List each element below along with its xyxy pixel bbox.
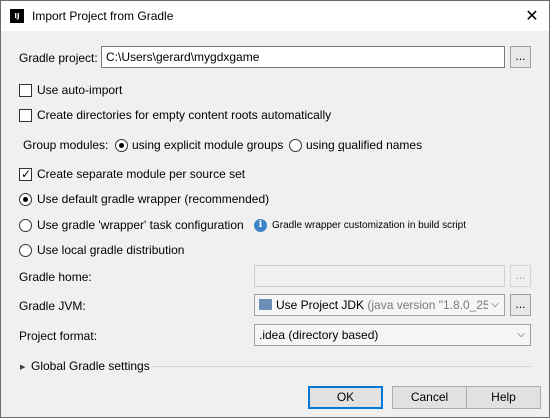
- auto-import-label[interactable]: Use auto-import: [37, 83, 122, 97]
- gradle-project-field[interactable]: C:\Users\gerard\mygdxgame: [101, 46, 505, 68]
- wrapper-task-label[interactable]: Use gradle 'wrapper' task configuration: [37, 218, 244, 232]
- group-explicit-radio[interactable]: [115, 139, 128, 152]
- group-qualified-radio[interactable]: [289, 139, 302, 152]
- default-wrapper-radio[interactable]: [19, 193, 32, 206]
- local-distribution-radio[interactable]: [19, 244, 32, 257]
- local-distribution-label[interactable]: Use local gradle distribution: [37, 243, 184, 257]
- gradle-home-browse-button[interactable]: ...: [510, 265, 531, 287]
- section-divider: [151, 366, 531, 367]
- group-modules-label: Group modules:: [23, 138, 109, 152]
- group-qualified-rest: ualified names: [344, 138, 423, 152]
- dialog-content: Gradle project: C:\Users\gerard\mygdxgam…: [1, 31, 549, 417]
- window-title: Import Project from Gradle: [32, 9, 174, 23]
- gradle-project-browse-button[interactable]: ...: [510, 46, 531, 68]
- radio-selected-dot: [119, 143, 124, 148]
- gradle-jvm-label: Gradle JVM:: [19, 299, 86, 313]
- gradle-jvm-browse-button[interactable]: ...: [510, 294, 531, 316]
- default-wrapper-label[interactable]: Use default gradle wrapper (recommended): [37, 192, 269, 206]
- create-directories-label[interactable]: Create directories for empty content roo…: [37, 108, 331, 122]
- separate-module-label[interactable]: Create separate module per source set: [37, 167, 245, 181]
- gradle-project-label: Gradle project:: [19, 51, 98, 65]
- project-format-value: .idea (directory based): [259, 328, 379, 342]
- radio-selected-dot: [23, 197, 28, 202]
- gradle-jvm-select[interactable]: Use Project JDK (java version "1.8.0_25"…: [254, 294, 505, 316]
- ok-button[interactable]: OK: [308, 386, 383, 409]
- jdk-folder-icon: [259, 299, 272, 310]
- group-qualified-mnemonic: q: [338, 138, 345, 152]
- group-explicit-label[interactable]: using explicit module groups: [132, 138, 283, 152]
- group-qualified-label[interactable]: using qualified names: [306, 138, 422, 152]
- wrapper-hint-text: Gradle wrapper customization in build sc…: [272, 220, 466, 231]
- separate-module-checkbox[interactable]: ✓: [19, 167, 32, 181]
- gradle-home-label: Gradle home:: [19, 270, 92, 284]
- chevron-down-icon: ⌵: [517, 329, 525, 340]
- checkmark-icon: ✓: [20, 167, 32, 181]
- intellij-app-icon: IJ: [10, 9, 24, 23]
- expand-arrow-icon[interactable]: ▶: [20, 363, 25, 371]
- group-qualified-prefix: using: [306, 138, 339, 152]
- gradle-home-field[interactable]: [254, 265, 505, 287]
- global-gradle-settings-toggle[interactable]: Global Gradle settings: [31, 359, 150, 373]
- create-directories-checkbox[interactable]: [19, 109, 32, 122]
- project-format-label: Project format:: [19, 329, 98, 343]
- gradle-jvm-detail: (java version "1.8.0_25",: [367, 298, 498, 312]
- close-icon: ✕: [525, 6, 539, 25]
- auto-import-checkbox[interactable]: [19, 84, 32, 97]
- info-icon: i: [254, 219, 267, 232]
- close-button[interactable]: ✕: [517, 5, 547, 27]
- project-format-select[interactable]: .idea (directory based) ⌵: [254, 324, 531, 346]
- title-bar[interactable]: IJ Import Project from Gradle ✕: [1, 1, 549, 31]
- cancel-button[interactable]: Cancel: [392, 386, 467, 409]
- help-button[interactable]: Help: [466, 386, 541, 409]
- wrapper-task-radio[interactable]: [19, 219, 32, 232]
- import-gradle-dialog: IJ Import Project from Gradle ✕ Gradle p…: [0, 0, 550, 418]
- chevron-down-icon: ⌵: [488, 295, 499, 315]
- gradle-jvm-value: Use Project JDK: [276, 298, 365, 312]
